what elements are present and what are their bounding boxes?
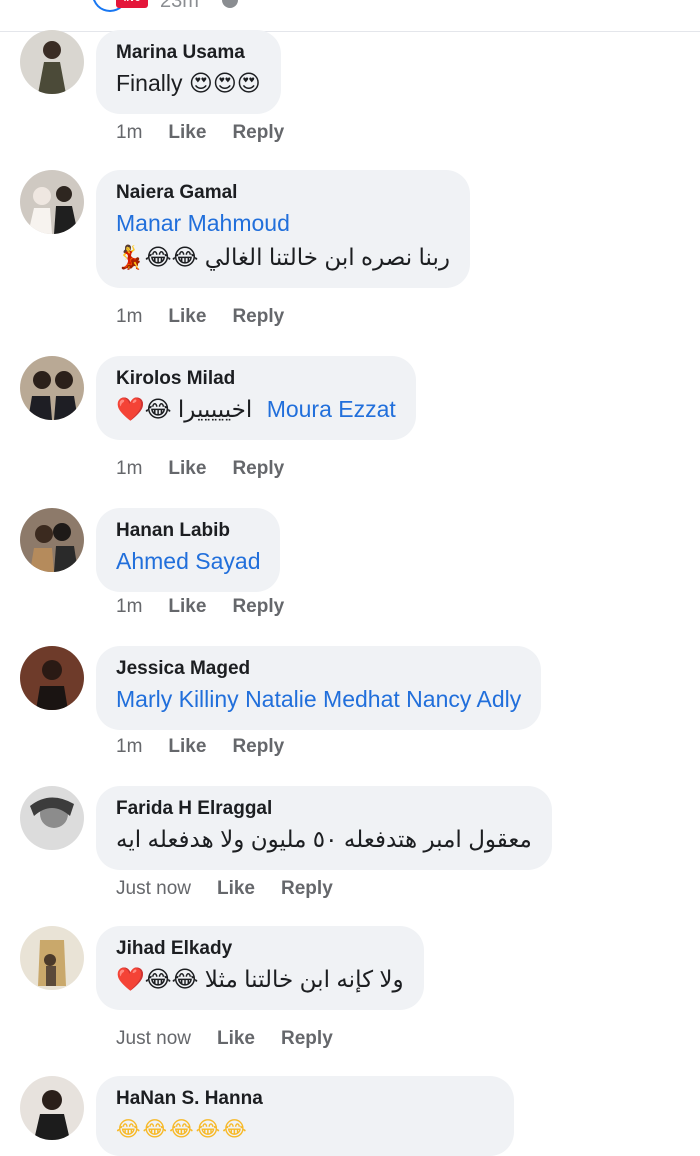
mention-link[interactable]: Manar Mahmoud (116, 206, 450, 240)
comment-bubble: HaNan S. Hanna 😂😂😂😂😂 (96, 1076, 514, 1156)
emoji-row: 😂😂😂😂😂 (116, 1117, 249, 1141)
avatar[interactable] (20, 786, 84, 850)
comment-text: معقول امبر هتدفعله ٥٠ مليون ولا هدفعله ا… (116, 826, 532, 852)
reply-button[interactable]: Reply (232, 122, 284, 144)
comment-actions: Just now Like Reply (116, 878, 333, 900)
mention-link[interactable]: Ahmed Sayad (116, 544, 260, 578)
like-button[interactable]: Like (168, 736, 206, 758)
comment-time[interactable]: 1m (116, 736, 142, 758)
avatar[interactable] (20, 30, 84, 94)
comment-bubble: Hanan Labib Ahmed Sayad (96, 508, 281, 592)
post-header-strip: live 23m (0, 0, 700, 32)
reply-button[interactable]: Reply (281, 878, 333, 900)
reply-button[interactable]: Reply (232, 306, 284, 328)
commenter-name[interactable]: Jihad Elkady (116, 936, 404, 962)
reply-button[interactable]: Reply (281, 1028, 333, 1050)
mention-link[interactable]: Marly Killiny Natalie Medhat Nancy Adly (116, 682, 521, 716)
comment-time[interactable]: Just now (116, 878, 191, 900)
commenter-name[interactable]: Kirolos Milad (116, 366, 396, 392)
avatar[interactable] (20, 508, 84, 572)
commenter-name[interactable]: Hanan Labib (116, 518, 260, 544)
commenter-name[interactable]: Jessica Maged (116, 656, 521, 682)
comment-time[interactable]: Just now (116, 1028, 191, 1050)
like-button[interactable]: Like (217, 1028, 255, 1050)
comment-text: اخيييييرا 😂❤️ (116, 396, 253, 422)
comment-actions: Just now Like Reply (116, 1028, 333, 1050)
avatar[interactable] (20, 926, 84, 990)
commenter-name[interactable]: Marina Usama (116, 40, 261, 66)
comment-bubble: Jessica Maged Marly Killiny Natalie Medh… (96, 646, 542, 730)
reply-button[interactable]: Reply (232, 596, 284, 618)
like-button[interactable]: Like (168, 596, 206, 618)
live-badge: live (116, 0, 148, 8)
mention-link[interactable]: Moura Ezzat (267, 396, 396, 422)
like-button[interactable]: Like (168, 306, 206, 328)
comment-text: ولا كإنه ابن خالتنا مثلا 😂😂❤️ (116, 966, 404, 992)
comment-line: اخيييييرا 😂❤️ Moura Ezzat (116, 392, 396, 426)
like-button[interactable]: Like (217, 878, 255, 900)
avatar[interactable] (20, 170, 84, 234)
comment-text: Finally 😍😍😍 (116, 70, 261, 96)
avatar[interactable] (20, 1076, 84, 1140)
comment-time[interactable]: 1m (116, 596, 142, 618)
reply-button[interactable]: Reply (232, 736, 284, 758)
reply-button[interactable]: Reply (232, 458, 284, 480)
avatar[interactable] (20, 646, 84, 710)
comment-actions: 1m Like Reply (116, 122, 284, 144)
comment-actions: 1m Like Reply (116, 458, 284, 480)
post-time: 23m (160, 0, 199, 12)
comment-bubble: Naiera Gamal Manar Mahmoud ربنا نصره ابن… (96, 170, 470, 288)
globe-icon (222, 0, 238, 8)
comment-time[interactable]: 1m (116, 458, 142, 480)
comment-bubble: Marina Usama Finally 😍😍😍 (96, 30, 281, 114)
commenter-name[interactable]: HaNan S. Hanna (116, 1086, 494, 1112)
commenter-name[interactable]: Farida H Elraggal (116, 796, 532, 822)
avatar[interactable] (20, 356, 84, 420)
comment-text: ربنا نصره ابن خالتنا الغالي 😂😂💃 (116, 244, 450, 270)
comment-time[interactable]: 1m (116, 306, 142, 328)
like-button[interactable]: Like (168, 122, 206, 144)
comment-bubble: Jihad Elkady ولا كإنه ابن خالتنا مثلا 😂😂… (96, 926, 424, 1010)
commenter-name[interactable]: Naiera Gamal (116, 180, 450, 206)
comment-bubble: Farida H Elraggal معقول امبر هتدفعله ٥٠ … (96, 786, 552, 870)
comment-time[interactable]: 1m (116, 122, 142, 144)
comment-bubble: Kirolos Milad اخيييييرا 😂❤️ Moura Ezzat (96, 356, 416, 440)
comment-actions: 1m Like Reply (116, 736, 284, 758)
comment-actions: 1m Like Reply (116, 596, 284, 618)
comment-actions: 1m Like Reply (116, 306, 284, 328)
like-button[interactable]: Like (168, 458, 206, 480)
